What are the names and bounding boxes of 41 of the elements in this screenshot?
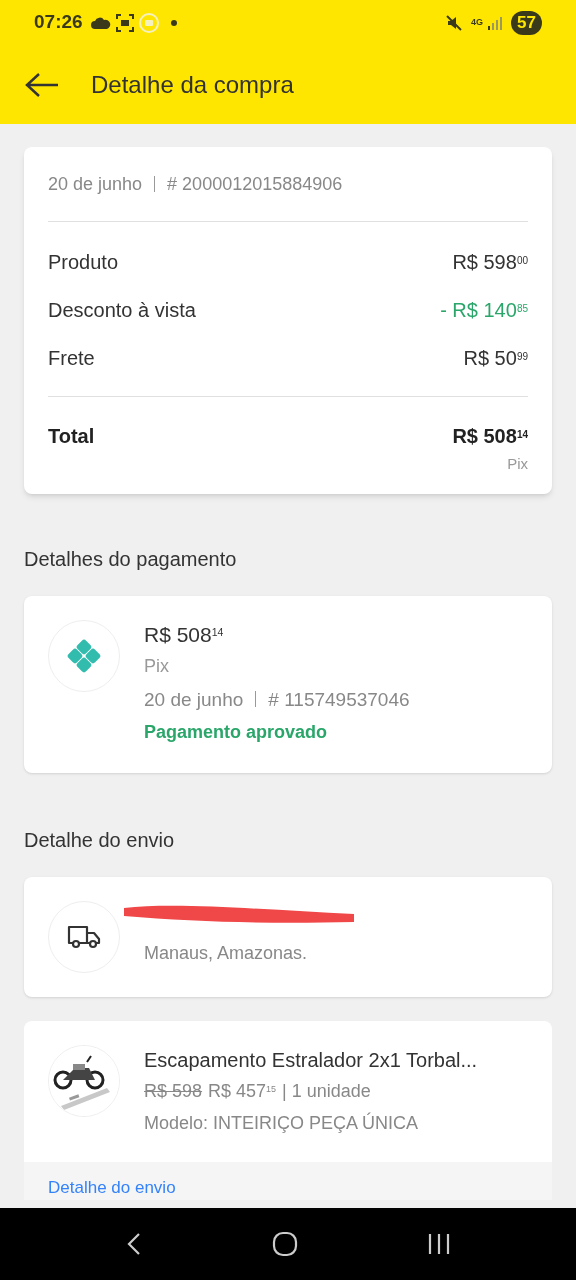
recent-apps-icon[interactable] [427, 1233, 452, 1255]
shipping-detail-link[interactable]: Detalhe do envio [48, 1177, 176, 1197]
payment-method: Pix [507, 454, 528, 474]
payment-id: # 115749537046 [268, 687, 410, 712]
app-icon [138, 12, 159, 33]
item-price: R$ 457$^{15}$ [208, 1079, 277, 1103]
line-label: Desconto à vista [48, 298, 196, 323]
order-number: # 2000012015884906 [167, 172, 343, 196]
pix-icon [67, 638, 101, 673]
old-price: R$ 598 [144, 1079, 203, 1103]
item-quantity: | 1 unidade [282, 1079, 371, 1103]
back-arrow-icon[interactable] [24, 70, 60, 99]
cloud-icon [90, 16, 111, 29]
section-title: Detalhes do pagamento [24, 546, 238, 572]
home-icon[interactable] [272, 1231, 298, 1257]
separator [255, 691, 257, 707]
payment-method: Pix [144, 654, 170, 678]
shipping-city: Manaus, Amazonas. [144, 941, 308, 965]
order-date: 20 de junho [48, 172, 143, 196]
screenshot-icon [114, 12, 135, 33]
total-value: R$ 508$^{14}$ [452, 424, 528, 449]
payment-status: Pagamento aprovado [144, 720, 329, 744]
dot-icon [170, 19, 177, 26]
mute-icon [445, 13, 464, 32]
section-title: Detalhe do envio [24, 827, 176, 853]
line-label: Produto [48, 250, 119, 275]
separator [154, 176, 156, 192]
total-label: Total [48, 424, 95, 449]
payment-amount: R$ 508$^{14}$ [144, 621, 225, 648]
item-model: Modelo: INTEIRIÇO PEÇA ÚNICA [144, 1111, 420, 1135]
battery-indicator: 57 [511, 10, 542, 35]
signal-icon [487, 14, 504, 31]
line-amount: - R$ 140$^{85}$ [440, 298, 528, 323]
item-title: Escapamento Estralador 2x1 Torbal... [144, 1047, 478, 1073]
line-amount: R$ 598$^{00}$ [452, 250, 528, 275]
status-time: 07:26 [34, 10, 83, 35]
line-label: Frete [48, 346, 95, 371]
network-label: 4G [471, 18, 484, 27]
page-title: Detalhe da compra [91, 69, 294, 100]
line-amount: R$ 50$^{99}$ [463, 346, 528, 371]
payment-date: 20 de junho [144, 687, 244, 712]
